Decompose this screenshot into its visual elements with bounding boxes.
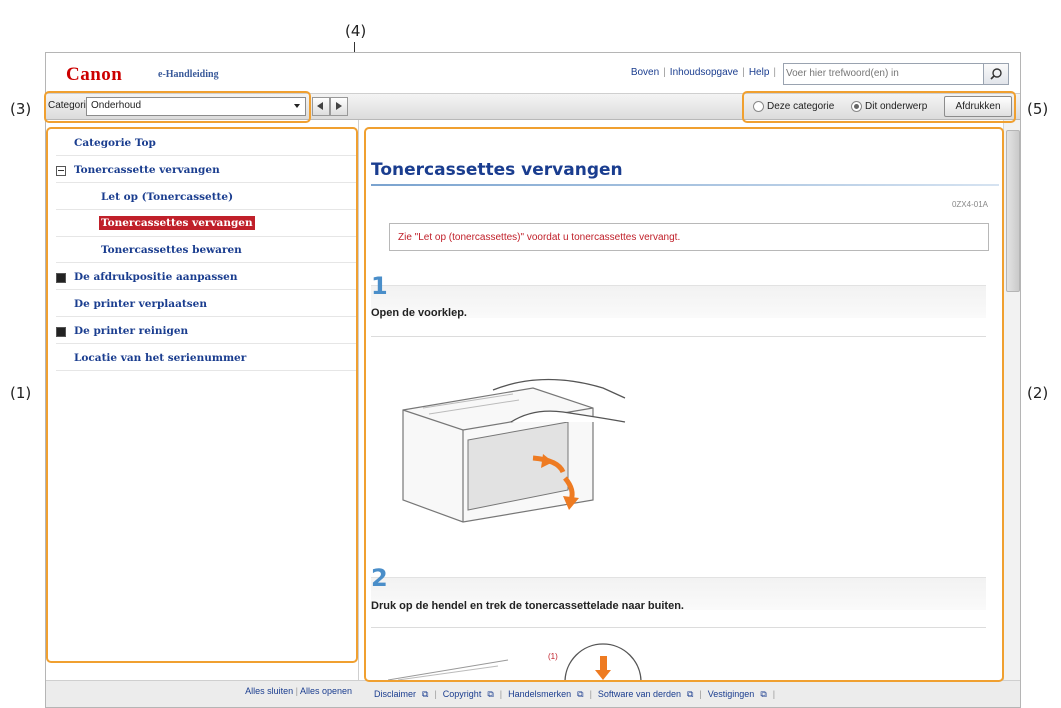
collapse-all-link[interactable]: Alles sluiten [245, 686, 293, 696]
content-scrollbar[interactable] [1003, 120, 1020, 680]
arrow-left-icon [317, 102, 323, 110]
search-button[interactable] [983, 64, 1008, 84]
callout-1-highlight [46, 127, 358, 663]
link-separator: | [499, 689, 503, 699]
sidebar-footer: Alles sluiten | Alles openen [46, 680, 358, 707]
link-separator: | [773, 67, 776, 78]
callout-2-highlight [364, 127, 1004, 682]
external-link-icon: ⧉ [487, 689, 494, 699]
external-link-icon: ⧉ [422, 689, 429, 699]
external-link-icon: ⧉ [577, 689, 584, 699]
callout-1: (1) [10, 384, 32, 402]
search-icon [990, 68, 1002, 80]
link-separator: | [589, 689, 592, 699]
previous-page-button[interactable] [312, 97, 330, 116]
scrollbar-thumb[interactable] [1006, 130, 1020, 292]
footer-links: Disclaimer ⧉ | Copyright ⧉ | Handelsmerken ⧉ |… [374, 689, 775, 700]
callout-4: (4) [345, 22, 367, 40]
link-inhoudsopgave[interactable]: Inhoudsopgave [670, 67, 738, 78]
callout-5-highlight [742, 91, 1016, 123]
link-separator: | [663, 67, 666, 78]
link-separator: | [699, 689, 702, 699]
footer-link-vestigingen[interactable]: Vestigingen [708, 689, 755, 700]
callout-2: (2) [1027, 384, 1049, 402]
sidebar-footer-links: Alles sluiten | Alles openen [245, 686, 352, 696]
arrow-right-icon [336, 102, 342, 110]
expand-all-link[interactable]: Alles openen [300, 686, 352, 696]
link-separator: | [772, 689, 776, 699]
footer-link-disclaimer[interactable]: Disclaimer [374, 689, 416, 700]
canon-logo: Canon [66, 64, 123, 85]
external-link-icon: ⧉ [686, 689, 694, 699]
link-separator: | [742, 67, 745, 78]
search-box [783, 63, 1009, 85]
link-boven[interactable]: Boven [631, 67, 659, 78]
callout-3: (3) [10, 100, 32, 118]
callout-5: (5) [1027, 100, 1049, 118]
external-link-icon: ⧉ [760, 689, 767, 699]
link-help[interactable]: Help [749, 67, 770, 78]
top-links: Boven | Inhoudsopgave | Help | [631, 67, 780, 78]
callout-3-highlight [44, 91, 311, 123]
manual-subtitle: e-Handleiding [158, 69, 219, 80]
header-bar: Canon e-Handleiding Boven | Inhoudsopgave |… [46, 53, 1020, 94]
next-page-button[interactable] [330, 97, 348, 116]
link-separator: | [434, 689, 437, 699]
search-input[interactable] [786, 65, 971, 81]
footer-link-handelsmerken[interactable]: Handelsmerken [508, 689, 571, 700]
footer-link-software[interactable]: Software van derden [598, 689, 681, 700]
footer-link-copyright[interactable]: Copyright [443, 689, 482, 700]
